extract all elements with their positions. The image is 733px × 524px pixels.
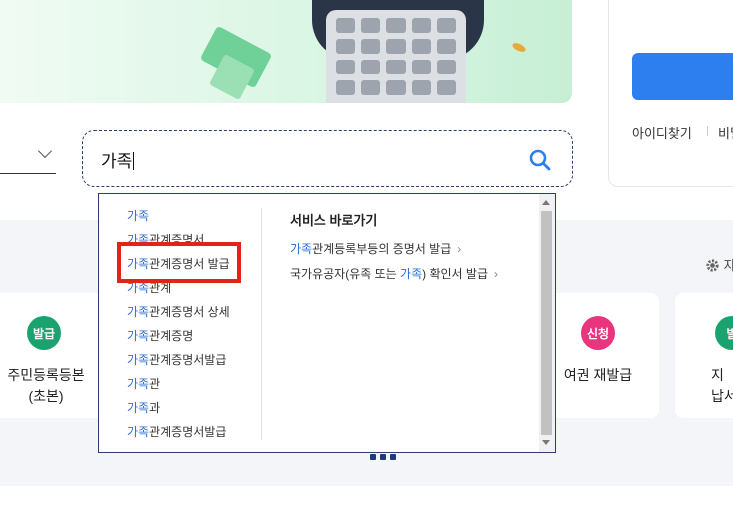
leaf-illustration [511,41,527,54]
suggestion-item[interactable]: 가족관계증명서발급 [127,352,230,376]
shortcuts-title: 서비스 바로가기 [290,213,378,228]
scrollbar-thumb[interactable] [541,211,552,435]
suggestion-item[interactable]: 가족관계증명서 발급 [127,256,230,280]
service-card-label: 주민등록등본 (초본) [7,367,85,404]
chevron-right-icon: › [494,267,498,281]
text-caret [133,152,135,170]
suggestion-item[interactable]: 가족관계 [127,280,230,304]
settings-link[interactable]: 자 [705,255,733,274]
suggestion-item[interactable]: 가족과 [127,400,230,424]
gear-icon [706,259,719,272]
column-divider [261,208,262,440]
suggestion-item[interactable]: 가족관계증명서 [127,232,230,256]
service-card-resident-registration[interactable]: 발급 주민등록등본 (초본) [0,293,110,418]
shortcut-link-veteran-family[interactable]: 국가유공자(유족 또는 가족) 확인서 발급 › [290,265,498,282]
link-separator [707,126,708,136]
issue-badge: 발 [715,316,733,350]
search-input[interactable] [82,130,573,187]
suggestion-item[interactable]: 가족관 [127,376,230,400]
service-card-label: 지 납서 [711,367,733,404]
suggestion-list: 가족 가족관계증명서 가족관계증명서 발급 가족관계 가족관계증명서 상세 가족… [127,208,230,448]
scroll-up-arrow-icon[interactable] [542,200,550,205]
find-id-link[interactable]: 아이디찾기 [632,123,692,142]
autocomplete-dropdown: 가족 가족관계증명서 가족관계증명서 발급 가족관계 가족관계증명서 상세 가족… [98,193,556,453]
scroll-down-arrow-icon[interactable] [542,440,550,445]
calculator-illustration [326,10,466,103]
find-password-link[interactable]: 비밀 [718,123,733,142]
service-card-tax-payment[interactable]: 발 지 납서 [675,293,733,418]
search-input-value[interactable]: 가족 [101,147,135,172]
shortcut-link-family-relations[interactable]: 가족관계등록부등의 증명서 발급 › [290,240,461,257]
search-icon[interactable] [528,148,552,172]
suggestion-item[interactable]: 가족관계증명서 상세 [127,304,230,328]
suggestion-item[interactable]: 가족관계증명 [127,328,230,352]
promo-banner[interactable] [0,0,572,103]
issue-badge: 발급 [27,316,61,350]
suggestion-item[interactable]: 가족 [127,208,230,232]
apply-badge: 신청 [581,316,615,350]
chevron-right-icon: › [457,242,462,256]
suggestion-item[interactable]: 가족관계증명서발급 [127,424,230,448]
login-button[interactable] [632,53,733,100]
settings-label: 자 [723,258,733,273]
